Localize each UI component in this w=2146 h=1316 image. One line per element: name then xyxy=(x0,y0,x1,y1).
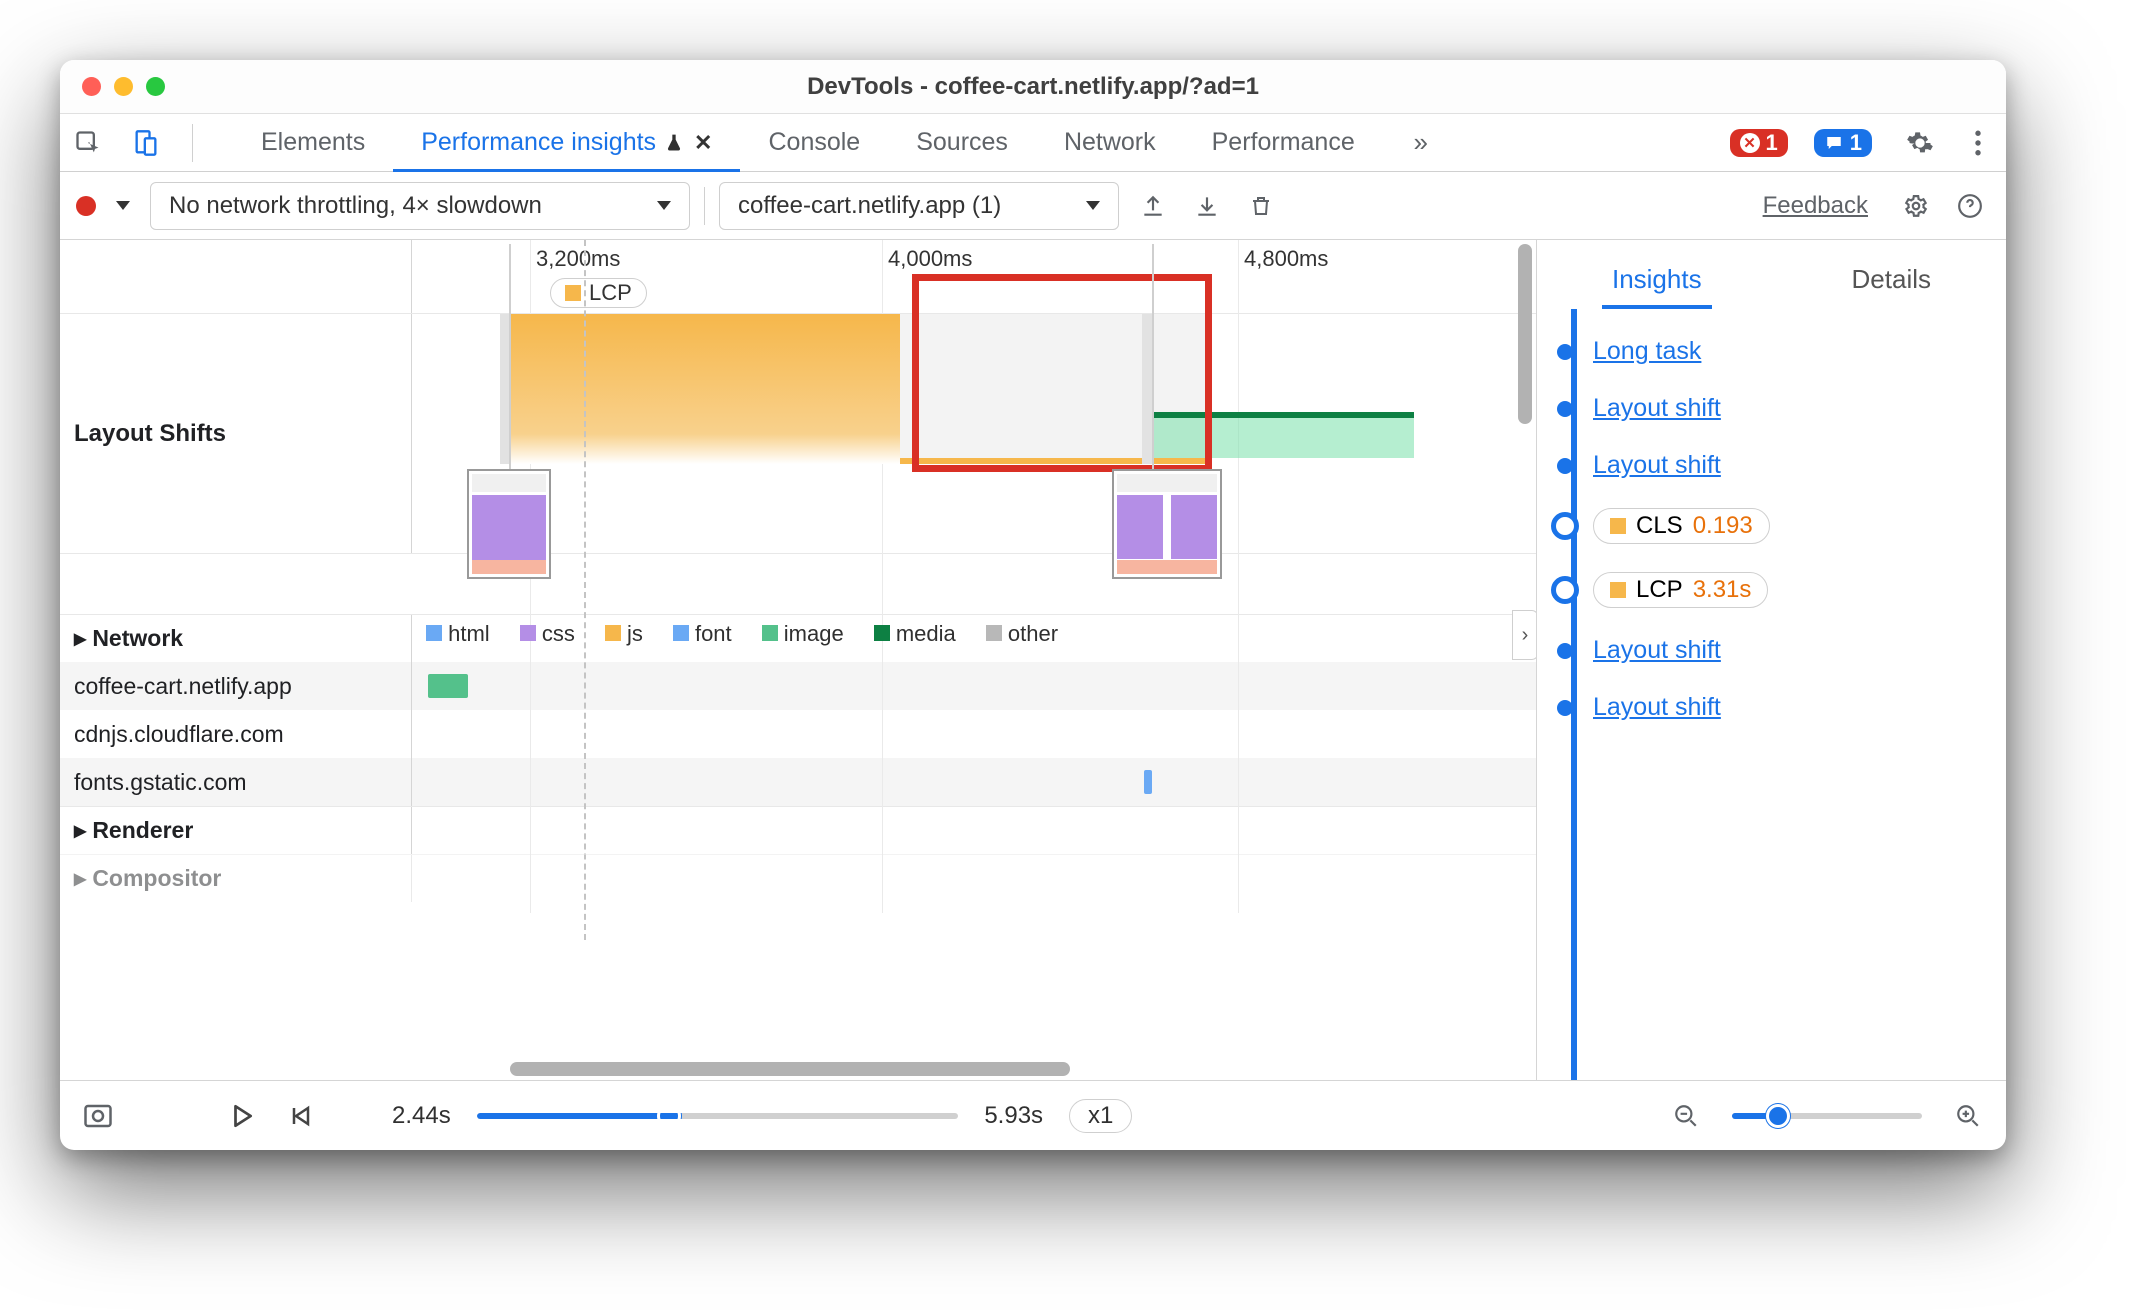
network-host-row[interactable]: fonts.gstatic.com xyxy=(60,758,1536,806)
import-icon[interactable] xyxy=(1187,186,1227,226)
layout-shifts-track[interactable]: Layout Shifts xyxy=(60,314,1536,554)
target-value: coffee-cart.netlify.app (1) xyxy=(738,192,1001,220)
network-host-row[interactable]: cdnjs.cloudflare.com xyxy=(60,710,1536,758)
insights-list[interactable]: Long task Layout shift Layout shift CLS … xyxy=(1537,309,2006,1080)
more-tabs-icon[interactable]: » xyxy=(1401,123,1441,163)
close-tab-icon[interactable]: ✕ xyxy=(694,130,712,156)
playback-footer: 2.44s 5.93s x1 xyxy=(60,1080,2006,1150)
timeline-rail xyxy=(1571,309,1577,1080)
record-button[interactable] xyxy=(76,196,96,216)
zoom-in-icon[interactable] xyxy=(1948,1096,1988,1136)
tab-performance[interactable]: Performance xyxy=(1184,114,1383,171)
chevron-down-icon xyxy=(657,201,671,210)
settings-icon[interactable] xyxy=(1900,123,1940,163)
throttling-value: No network throttling, 4× slowdown xyxy=(169,192,542,220)
tab-insights[interactable]: Insights xyxy=(1606,250,1708,309)
renderer-track-header[interactable]: ▶Renderer xyxy=(60,806,1536,854)
insight-cls[interactable]: CLS 0.193 xyxy=(1537,494,1998,558)
rewind-icon[interactable] xyxy=(280,1096,320,1136)
main-area: 3,200ms 4,000ms 4,800ms LCP Layout Shift… xyxy=(60,240,2006,1080)
kebab-menu-icon[interactable] xyxy=(1958,123,1998,163)
network-legend: html css js font image media other xyxy=(412,615,1536,653)
screenshot-thumb[interactable] xyxy=(467,469,551,579)
request-bar[interactable] xyxy=(1144,770,1152,794)
tick-label: 4,000ms xyxy=(888,246,972,272)
chevron-down-icon xyxy=(1086,201,1100,210)
tab-performance-insights[interactable]: Performance insights ✕ xyxy=(393,114,740,171)
tab-elements[interactable]: Elements xyxy=(233,114,393,171)
feedback-link[interactable]: Feedback xyxy=(1763,192,1868,220)
messages-badge[interactable]: 1 xyxy=(1814,129,1872,157)
screenshot-thumb[interactable] xyxy=(1112,469,1222,579)
experiment-icon xyxy=(664,132,684,154)
tick-label: 3,200ms xyxy=(536,246,620,272)
error-icon: ✕ xyxy=(1740,133,1760,153)
devtools-window: DevTools - coffee-cart.netlify.app/?ad=1… xyxy=(60,60,2006,1150)
time-start: 2.44s xyxy=(392,1102,451,1130)
play-button[interactable] xyxy=(230,1103,254,1129)
timeline-ruler[interactable]: 3,200ms 4,000ms 4,800ms LCP xyxy=(60,240,1536,314)
insights-sidebar: Insights Details Long task Layout shift … xyxy=(1536,240,2006,1080)
insight-item[interactable]: Layout shift xyxy=(1537,437,1998,494)
zoom-slider[interactable] xyxy=(1732,1113,1922,1119)
record-menu-caret[interactable] xyxy=(116,201,130,210)
panel-tabs: Elements Performance insights ✕ Console … xyxy=(60,114,2006,172)
zoom-out-icon[interactable] xyxy=(1666,1096,1706,1136)
track-label: Layout Shifts xyxy=(60,314,412,553)
delete-icon[interactable] xyxy=(1241,186,1281,226)
time-slider[interactable] xyxy=(477,1113,959,1119)
network-track-header[interactable]: ▶Network html css js font image media ot… xyxy=(60,614,1536,662)
vertical-scrollbar[interactable] xyxy=(1518,244,1532,424)
highlight-box xyxy=(912,274,1212,472)
lcp-marker-label: LCP xyxy=(589,280,632,306)
compositor-track-header[interactable]: ▶Compositor xyxy=(60,854,1536,902)
sidebar-collapse-icon[interactable]: › xyxy=(1512,610,1536,660)
time-end: 5.93s xyxy=(984,1102,1043,1130)
device-toggle-icon[interactable] xyxy=(126,123,166,163)
timeline-pane: 3,200ms 4,000ms 4,800ms LCP Layout Shift… xyxy=(60,240,1536,1080)
separator xyxy=(704,187,705,225)
network-host-row[interactable]: coffee-cart.netlify.app xyxy=(60,662,1536,710)
error-badge[interactable]: ✕ 1 xyxy=(1730,129,1788,157)
screenshot-marker xyxy=(509,244,511,469)
playback-speed[interactable]: x1 xyxy=(1069,1099,1132,1133)
titlebar: DevTools - coffee-cart.netlify.app/?ad=1 xyxy=(60,60,2006,114)
export-icon[interactable] xyxy=(1133,186,1173,226)
message-icon xyxy=(1824,134,1844,152)
window-title: DevTools - coffee-cart.netlify.app/?ad=1 xyxy=(60,73,2006,101)
cls-value: 0.193 xyxy=(1693,512,1753,540)
request-bar[interactable] xyxy=(428,674,468,698)
tick-label: 4,800ms xyxy=(1244,246,1328,272)
horizontal-scrollbar[interactable] xyxy=(510,1062,1070,1076)
lcp-marker-pill[interactable]: LCP xyxy=(550,278,647,308)
panel-settings-icon[interactable] xyxy=(1896,186,1936,226)
insight-item[interactable]: Layout shift xyxy=(1537,679,1998,736)
tab-network[interactable]: Network xyxy=(1036,114,1184,171)
insight-item[interactable]: Layout shift xyxy=(1537,622,1998,679)
insight-lcp[interactable]: LCP 3.31s xyxy=(1537,558,1998,622)
tab-sources[interactable]: Sources xyxy=(888,114,1036,171)
tab-console[interactable]: Console xyxy=(740,114,888,171)
lcp-swatch-icon xyxy=(565,285,581,301)
target-select[interactable]: coffee-cart.netlify.app (1) xyxy=(719,182,1119,230)
tab-details[interactable]: Details xyxy=(1846,250,1937,309)
lcp-value: 3.31s xyxy=(1693,576,1752,604)
insight-item[interactable]: Long task xyxy=(1537,323,1998,380)
throttling-select[interactable]: No network throttling, 4× slowdown xyxy=(150,182,690,230)
inspect-icon[interactable] xyxy=(68,123,108,163)
screenshot-toggle-icon[interactable] xyxy=(78,1096,118,1136)
screenshot-marker xyxy=(1152,244,1154,469)
message-count: 1 xyxy=(1850,130,1862,156)
insight-item[interactable]: Layout shift xyxy=(1537,380,1998,437)
error-count: 1 xyxy=(1766,130,1778,156)
insights-toolbar: No network throttling, 4× slowdown coffe… xyxy=(60,172,2006,240)
separator xyxy=(192,124,193,162)
help-icon[interactable] xyxy=(1950,186,1990,226)
